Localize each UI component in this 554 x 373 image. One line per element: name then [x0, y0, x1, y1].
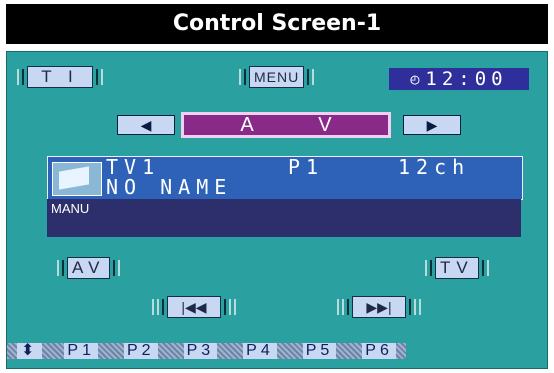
tuner-info-panel: TV1 P1 12ch NO NAME — [47, 156, 523, 200]
scroll-updown-icon[interactable]: ⬍ — [17, 343, 43, 359]
preset-divider — [217, 343, 244, 359]
preset-divider — [42, 343, 65, 359]
seek-forward-button[interactable]: ▶▶| — [337, 296, 421, 318]
tuning-mode: MANU — [51, 201, 90, 216]
clock-icon: ◴ — [410, 70, 420, 88]
station-name: NO NAME — [106, 175, 233, 199]
tuner-line1: TV1 — [106, 157, 160, 177]
tv-button[interactable]: TV — [425, 257, 489, 279]
preset-button-5[interactable]: P5 — [302, 343, 337, 359]
tv-icon — [52, 162, 102, 196]
preset-divider — [97, 343, 124, 359]
seek-back-button[interactable]: |◀◀ — [152, 296, 236, 318]
preset-button-2[interactable]: P2 — [123, 343, 158, 359]
page-title: Control Screen-1 — [6, 4, 548, 44]
arrow-right-icon: ▶ — [426, 116, 438, 133]
menu-button[interactable]: MENU — [239, 66, 315, 88]
tv-label: TV — [435, 257, 479, 279]
av-label: AV — [67, 257, 111, 279]
preset-button-3[interactable]: P3 — [183, 343, 218, 359]
channel-number: 12ch — [398, 155, 471, 179]
source-label: A V — [240, 113, 362, 136]
arrow-left-icon: ◀ — [140, 116, 152, 133]
av-button[interactable]: AV — [57, 257, 121, 279]
preset-bar: ⬍ P1 P2 P3 P4 P5 P6 — [7, 341, 547, 361]
preset-number: P1 — [288, 155, 325, 179]
clock-display[interactable]: ◴ 12:00 — [389, 68, 529, 90]
preset-button-1[interactable]: P1 — [64, 343, 98, 359]
preset-divider — [157, 343, 184, 359]
ti-label: T I — [27, 66, 93, 88]
source-next-button[interactable]: ▶ — [403, 115, 461, 135]
clock-time: 12:00 — [425, 68, 508, 90]
preset-divider — [336, 343, 363, 359]
menu-label: MENU — [249, 66, 305, 88]
skip-back-icon: |◀◀ — [167, 296, 221, 318]
control-screen: T I MENU ◴ 12:00 ◀ A V ▶ TV1 P1 12ch NO … — [6, 51, 548, 369]
mode-panel: MANU — [47, 199, 521, 237]
preset-button-4[interactable]: P4 — [243, 343, 277, 359]
preset-bar-edge — [395, 343, 406, 359]
preset-divider — [276, 343, 303, 359]
source-display: A V — [181, 112, 391, 138]
skip-forward-icon: ▶▶| — [352, 296, 406, 318]
source-prev-button[interactable]: ◀ — [117, 115, 175, 135]
preset-button-6[interactable]: P6 — [362, 343, 396, 359]
ti-button[interactable]: T I — [17, 66, 103, 88]
preset-bar-edge — [7, 343, 17, 359]
